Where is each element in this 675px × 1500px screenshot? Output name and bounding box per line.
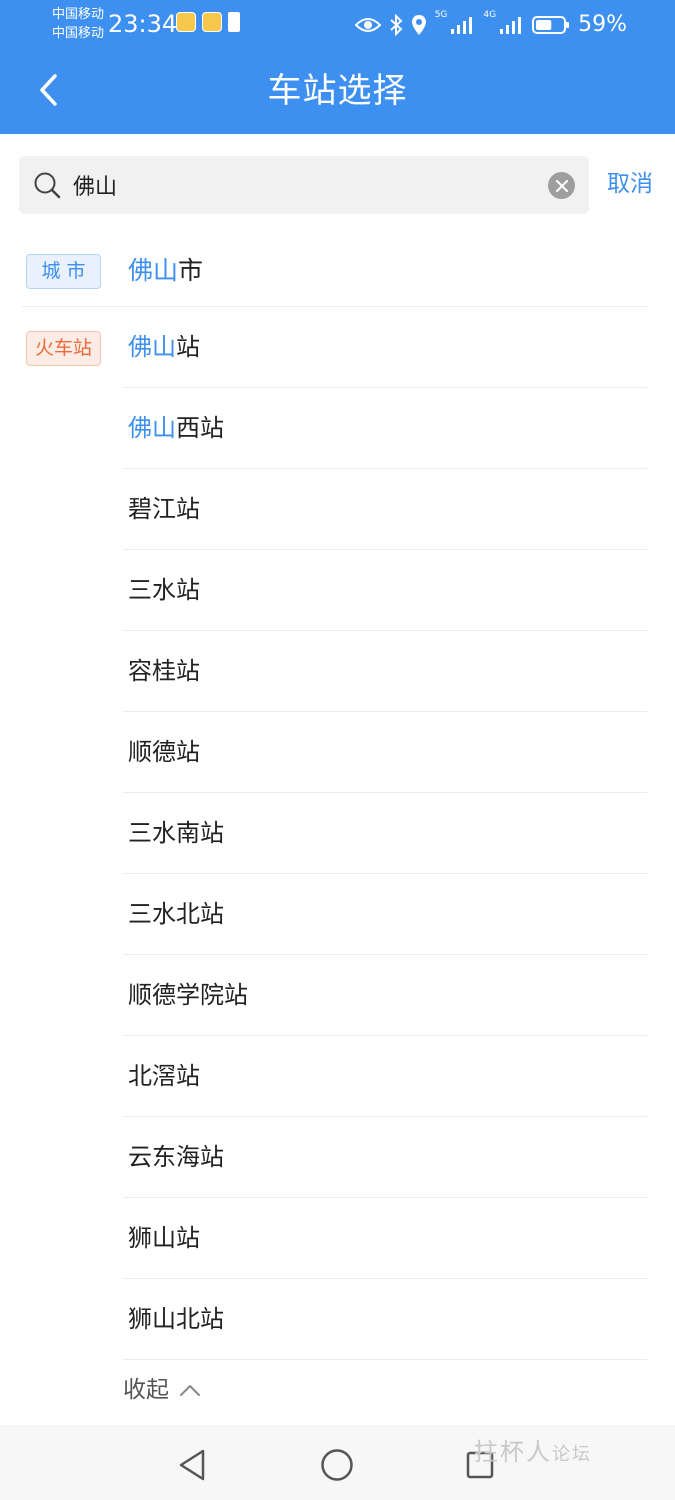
station-list: 佛山站 佛山西站 碧江站 三水站 容桂站 顺德站 三水南站 三水北站 顺德学院站 北滘站 云东海站狮… [123, 307, 647, 1360]
forum-watermark: 拄杯人论坛 [474, 1432, 634, 1482]
city-result-name: 佛山市 [128, 254, 203, 288]
result-suffix: 三水站 [128, 576, 200, 604]
result-suffix: 西站 [176, 414, 224, 442]
carrier-2: 中国移动 [52, 26, 105, 41]
match-highlight: 佛山 [128, 333, 176, 361]
station-result-name: 北滘站 [128, 1059, 200, 1093]
clear-icon [555, 179, 568, 192]
system-icons: 5G 4G 59% [354, 10, 627, 40]
station-result-row[interactable]: 顺德站 [123, 712, 647, 793]
nav-home-button[interactable] [317, 1445, 357, 1485]
station-result-name: 佛山西站 [128, 411, 224, 445]
bluetooth-icon [390, 14, 403, 36]
match-highlight: 佛山 [128, 414, 176, 442]
result-suffix: 碧江站 [128, 495, 200, 523]
result-suffix: 顺德学院站 [128, 981, 248, 1009]
result-suffix: 顺德站 [128, 738, 200, 766]
station-result-row[interactable]: 碧江站 [123, 469, 647, 550]
station-result-row[interactable]: 佛山西站 [123, 388, 647, 469]
network-4g-label: 4G [483, 10, 497, 20]
search-icon [34, 172, 61, 199]
notification-icons [176, 12, 240, 32]
signal-icon [451, 17, 473, 34]
carrier-1: 中国移动 [52, 7, 105, 22]
title-bar: 车站选择 [0, 48, 675, 134]
result-suffix: 站 [176, 333, 200, 361]
watermark-suffix: 论坛 [552, 1444, 592, 1465]
match-highlight: 佛山 [128, 256, 179, 285]
result-suffix: 北滘站 [128, 1062, 200, 1090]
station-result-name: 云东海站 [128, 1140, 224, 1174]
result-suffix: 三水北站 [128, 900, 224, 928]
station-result-name: 三水站 [128, 573, 200, 607]
station-result-name: 顺德学院站 [128, 978, 248, 1012]
station-result-name: 佛山站 [128, 330, 200, 364]
station-result-row[interactable]: 三水站 [123, 550, 647, 631]
station-result-row[interactable]: 狮山站 [123, 1198, 647, 1279]
station-result-row[interactable]: 云东海站 [123, 1117, 647, 1198]
search-input[interactable] [73, 166, 543, 204]
carrier-labels: 中国移动 中国移动 [52, 5, 104, 43]
notification-alert-icon [228, 12, 240, 32]
result-suffix: 市 [178, 256, 204, 285]
app-header: 中国移动 中国移动 23:34 5G 4G 59% 车站选择 [0, 0, 675, 134]
station-result-row[interactable]: 狮山北站 [123, 1279, 647, 1360]
collapse-label: 收起 [123, 1377, 169, 1403]
notification-app-icon [202, 12, 222, 32]
search-box [19, 156, 589, 214]
collapse-button[interactable]: 收起 [123, 1373, 201, 1407]
location-icon [411, 15, 426, 35]
status-time: 23:34 [108, 10, 178, 38]
station-result-name: 三水北站 [128, 897, 224, 931]
station-result-row[interactable]: 佛山站 [123, 307, 647, 388]
result-suffix: 狮山北站 [128, 1305, 224, 1333]
signal-icon [500, 17, 522, 34]
page-title: 车站选择 [267, 71, 408, 111]
station-result-name: 容桂站 [128, 654, 200, 688]
station-result-name: 碧江站 [128, 492, 200, 526]
result-suffix: 云东海站 [128, 1143, 224, 1171]
chevron-up-icon [180, 1385, 200, 1396]
watermark-text: 拄杯人 [474, 1438, 552, 1466]
station-result-name: 顺德站 [128, 735, 200, 769]
result-suffix: 三水南站 [128, 819, 224, 847]
battery-icon [532, 16, 570, 34]
train-station-tag: 火车站 [26, 331, 101, 366]
cancel-button[interactable]: 取消 [607, 166, 653, 202]
station-result-name: 狮山北站 [128, 1302, 224, 1336]
result-suffix: 容桂站 [128, 657, 200, 685]
nav-back-button[interactable] [172, 1445, 212, 1485]
home-circle-icon [321, 1449, 353, 1481]
network-5g-label: 5G [434, 10, 448, 20]
battery-percent: 59% [578, 12, 627, 37]
station-result-name: 三水南站 [128, 816, 224, 850]
station-result-row[interactable]: 三水北站 [123, 874, 647, 955]
station-result-row[interactable]: 北滘站 [123, 1036, 647, 1117]
station-result-row[interactable]: 顺德学院站 [123, 955, 647, 1036]
notification-app-icon [176, 12, 196, 32]
back-triangle-icon [179, 1449, 205, 1481]
eye-icon [354, 18, 381, 32]
clear-search-button[interactable] [548, 172, 575, 199]
city-result-row[interactable]: 佛山市 [22, 234, 647, 307]
station-result-name: 狮山站 [128, 1221, 200, 1255]
station-result-row[interactable]: 容桂站 [123, 631, 647, 712]
station-result-row[interactable]: 三水南站 [123, 793, 647, 874]
status-bar: 中国移动 中国移动 23:34 5G 4G 59% [0, 0, 675, 48]
result-suffix: 狮山站 [128, 1224, 200, 1252]
